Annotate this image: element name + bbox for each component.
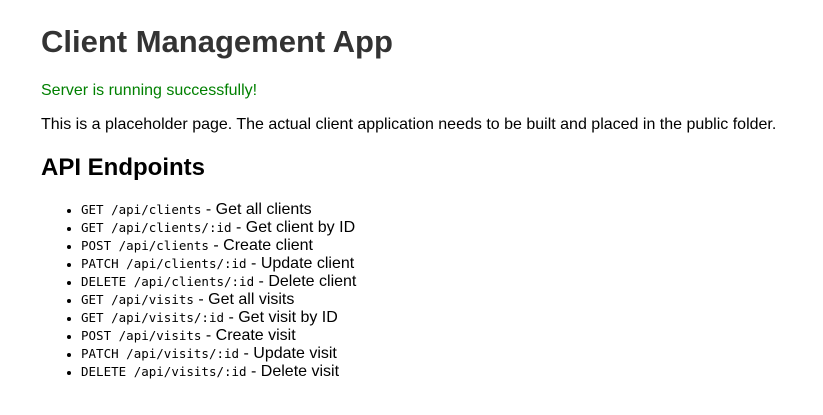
intro-text: This is a placeholder page. The actual c…: [41, 116, 777, 133]
endpoint-path: /api/visits/:id: [111, 310, 224, 325]
endpoint-description: Get visit by ID: [238, 309, 338, 326]
endpoint-item: GET /api/visits/:id - Get visit by ID: [81, 309, 356, 327]
server-status-message: Server is running successfully!: [41, 82, 258, 99]
endpoints-heading: API Endpoints: [41, 154, 205, 181]
endpoint-method: DELETE: [81, 274, 127, 289]
endpoint-separator: -: [193, 291, 209, 308]
endpoint-separator: -: [239, 345, 254, 362]
endpoint-description: Delete visit: [260, 363, 340, 380]
endpoint-method: POST: [81, 238, 112, 253]
endpoint-route: GET /api/clients: [81, 202, 201, 217]
endpoint-route: GET /api/visits: [81, 292, 194, 307]
endpoint-route: GET /api/visits/:id: [81, 310, 224, 325]
endpoint-list: GET /api/clients - Get all clients GET /…: [41, 201, 356, 381]
endpoint-path: /api/visits: [118, 328, 202, 343]
endpoint-item: DELETE /api/clients/:id - Delete client: [81, 273, 356, 291]
endpoint-separator: -: [254, 273, 269, 290]
endpoint-item: PATCH /api/clients/:id - Update client: [81, 255, 356, 273]
endpoint-separator: -: [201, 327, 216, 344]
endpoint-method: GET: [81, 220, 104, 235]
endpoint-separator: -: [246, 363, 261, 380]
endpoint-route: POST /api/clients: [81, 238, 209, 253]
endpoint-item: POST /api/clients - Create client: [81, 237, 356, 255]
page-title: Client Management App: [41, 24, 393, 59]
endpoint-description: Get client by ID: [245, 219, 356, 236]
endpoint-path: /api/clients/:id: [126, 256, 247, 271]
endpoint-method: POST: [81, 328, 112, 343]
endpoint-description: Create visit: [215, 327, 296, 344]
endpoint-route: PATCH /api/visits/:id: [81, 346, 239, 361]
endpoint-item: GET /api/visits - Get all visits: [81, 291, 356, 309]
endpoint-description: Update visit: [253, 345, 337, 362]
endpoint-description: Get all clients: [215, 201, 312, 218]
endpoint-path: /api/visits/:id: [126, 346, 240, 361]
endpoint-path: /api/clients: [118, 238, 209, 253]
endpoint-method: GET: [81, 202, 104, 217]
endpoint-separator: -: [224, 309, 239, 326]
endpoint-separator: -: [201, 201, 216, 218]
endpoint-path: /api/clients: [111, 202, 202, 217]
endpoint-method: PATCH: [81, 256, 119, 271]
endpoint-route: POST /api/visits: [81, 328, 201, 343]
endpoint-description: Delete client: [268, 273, 357, 290]
endpoint-separator: -: [246, 255, 261, 272]
endpoint-route: DELETE /api/visits/:id: [81, 364, 247, 379]
endpoint-method: DELETE: [81, 364, 127, 379]
endpoint-separator: -: [208, 237, 224, 254]
endpoint-method: GET: [81, 292, 104, 307]
endpoint-separator: -: [231, 219, 246, 236]
endpoint-description: Get all visits: [208, 291, 295, 308]
endpoint-path: /api/visits/:id: [133, 364, 247, 379]
endpoint-route: PATCH /api/clients/:id: [81, 256, 247, 271]
endpoint-description: Create client: [223, 237, 313, 254]
endpoint-route: DELETE /api/clients/:id: [81, 274, 254, 289]
endpoint-method: PATCH: [81, 346, 119, 361]
endpoint-item: GET /api/clients/:id - Get client by ID: [81, 219, 356, 237]
endpoint-item: GET /api/clients - Get all clients: [81, 201, 356, 219]
endpoint-item: PATCH /api/visits/:id - Update visit: [81, 345, 356, 363]
endpoint-path: /api/visits: [111, 292, 194, 307]
endpoint-path: /api/clients/:id: [133, 274, 255, 289]
endpoint-route: GET /api/clients/:id: [81, 220, 232, 235]
endpoint-path: /api/clients/:id: [111, 220, 232, 235]
endpoint-description: Update client: [260, 255, 355, 272]
endpoint-item: DELETE /api/visits/:id - Delete visit: [81, 363, 356, 381]
endpoint-method: GET: [81, 310, 104, 325]
endpoint-item: POST /api/visits - Create visit: [81, 327, 356, 345]
